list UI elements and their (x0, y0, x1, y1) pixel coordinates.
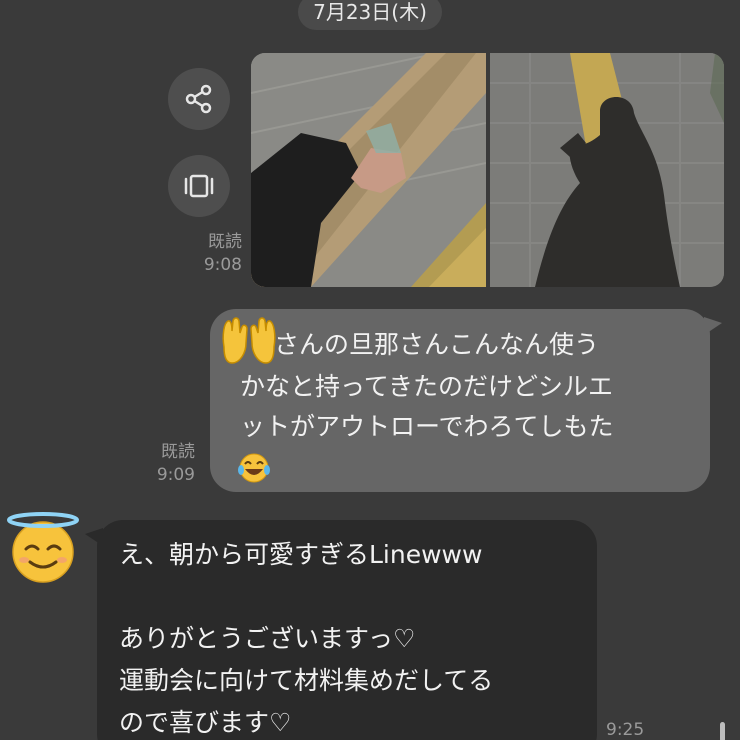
photo-handrail[interactable] (251, 53, 486, 287)
message-time: 9:08 (203, 255, 242, 275)
incoming-message-bubble[interactable]: え、朝から可愛すぎるLinewww ありがとうございますっ♡ 運動会に向けて材料… (85, 520, 597, 740)
message-time: 9:09 (156, 465, 195, 485)
date-separator: 7月23日(木) (298, 0, 442, 30)
chat-thread: 7月23日(木) 既読 9:08 既読 9:09 さんの旦那さんこんなん使う か… (0, 0, 740, 740)
sender-avatar[interactable] (4, 508, 82, 586)
smiling-face-with-halo-icon (7, 512, 79, 583)
message-line: え、朝から可愛すぎるLinewww (119, 540, 483, 569)
message-line: さんの旦那さんこんなん使う (222, 317, 690, 367)
read-receipt: 既読 (161, 442, 195, 462)
read-receipt: 既読 (208, 232, 242, 252)
photo-message-meta: 既読 9:08 (196, 231, 242, 277)
shadow-photo-image (490, 53, 724, 287)
message-line: ットがアウトローでわろてしもた (240, 412, 614, 441)
preview-icon (184, 174, 214, 198)
handrail-photo-image (251, 53, 486, 287)
message-line: かなと持ってきたのだけどシルエ (240, 372, 614, 401)
message-text: さんの旦那さんこんなん使う (274, 330, 600, 359)
photo-shadow[interactable] (490, 53, 724, 287)
message-line: ありがとうございますっ♡ (119, 624, 416, 653)
message-line (119, 576, 577, 618)
share-icon (185, 84, 212, 114)
scrollbar[interactable] (720, 722, 725, 740)
outgoing-message-bubble[interactable]: さんの旦那さんこんなん使う かなと持ってきたのだけどシルエ ットがアウトローでわ… (210, 309, 722, 492)
incoming-message-time: 9:25 (606, 720, 645, 740)
share-button[interactable] (168, 68, 230, 130)
message-line: ので喜びます♡ (119, 708, 292, 737)
message-line: 運動会に向けて材料集めだしてる (119, 666, 494, 695)
message-line (238, 447, 690, 487)
tears-of-joy-emoji-icon (238, 453, 270, 483)
outgoing-message-meta: 既読 9:09 (149, 441, 195, 487)
image-preview-button[interactable] (168, 155, 230, 217)
palms-up-emoji-icon (222, 317, 276, 364)
